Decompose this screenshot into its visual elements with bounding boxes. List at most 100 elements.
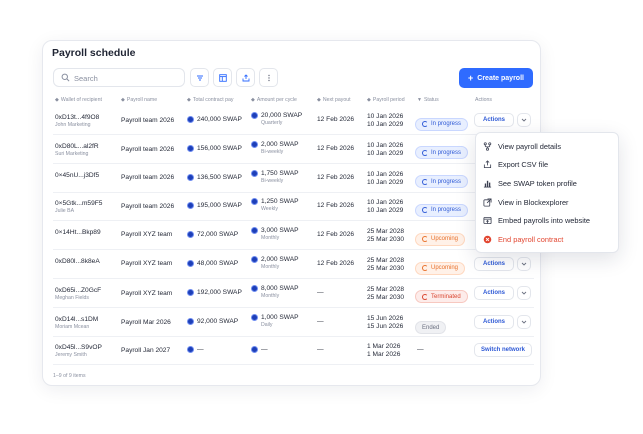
actions-button[interactable]: Actions	[474, 113, 515, 127]
actions-button[interactable]: Actions	[474, 257, 515, 271]
status-empty: —	[417, 346, 424, 354]
recipient-name: Moriam Mcean	[55, 323, 90, 330]
cycle-amount: 8,000 SWAP	[261, 284, 299, 292]
actions-button[interactable]: Actions	[474, 285, 515, 300]
col-wallet[interactable]: ◆ Wallet of recipient	[55, 97, 102, 103]
export-button[interactable]	[236, 68, 255, 87]
more-button[interactable]	[259, 68, 278, 87]
col-payroll-period[interactable]: ◆ Payroll period	[367, 97, 405, 103]
status-spinner-icon	[422, 178, 428, 185]
col-payroll-name[interactable]: ◆ Payroll name	[121, 97, 157, 103]
payroll-period: 10 Jan 2026 10 Jan 2029	[367, 171, 403, 187]
payroll-name: Payroll team 2026	[121, 203, 175, 211]
wallet-address: 0xD13t...4f9O8	[55, 114, 100, 121]
table-row[interactable]: 0xD14l...s1DM Moriam Mcean Payroll Mar 202…	[53, 308, 534, 337]
menu-item-end-contract[interactable]: End payroll contract	[476, 230, 618, 249]
period-end: 10 Jan 2029	[367, 178, 404, 186]
period-end: 10 Jan 2029	[367, 207, 404, 215]
columns-button[interactable]	[213, 68, 232, 87]
search-box[interactable]	[53, 68, 185, 87]
payroll-name: Payroll Jan 2027	[121, 347, 171, 355]
menu-item-token-profile[interactable]: See SWAP token profile	[476, 174, 618, 193]
table-row[interactable]: 0×5Gtk...m59F5 Julie BA Payroll team 2026 1…	[53, 192, 534, 222]
total-pay: 156,000 SWAP	[197, 144, 242, 152]
table-row[interactable]: 0xD80l...8k8eA Payroll XYZ team 48,000 SWA…	[53, 250, 534, 279]
switch-network-button[interactable]: Switch network	[474, 343, 533, 358]
wallet-address: 0×5Gtk...m59F5	[55, 200, 103, 208]
status-label: Ended	[422, 324, 440, 331]
plus-icon: +	[468, 72, 474, 83]
create-payroll-label: Create payroll	[477, 74, 524, 82]
actions-toggle-button[interactable]	[517, 285, 532, 300]
table-row[interactable]: 0xD80L...al2fR Suri Marketing Payroll team…	[53, 135, 534, 164]
create-payroll-button[interactable]: + Create payroll	[459, 68, 533, 88]
cycle-cell: 20,000 SWAP Quarterly	[251, 112, 302, 126]
col-actions: Actions	[475, 97, 493, 103]
actions-button[interactable]: Actions	[474, 314, 515, 329]
cycle-amount: 1,250 SWAP	[261, 198, 299, 206]
wallet-cell: 0×14Ht...Bkp89	[55, 229, 101, 236]
payroll-period: 15 Jun 2026 15 Jun 2026	[367, 315, 403, 331]
swap-token-icon	[251, 198, 258, 206]
recipient-name: Suri Marketing	[55, 150, 89, 157]
filter-icon	[196, 75, 203, 80]
col-status[interactable]: ▼ Status	[417, 97, 439, 103]
cycle-cell: 3,000 SWAP Monthly	[251, 227, 299, 241]
swap-token-icon	[187, 317, 194, 325]
cycle-frequency: Monthly	[261, 235, 280, 242]
filter-button[interactable]	[190, 68, 209, 87]
menu-item-embed[interactable]: Embed payrolls into website	[476, 211, 618, 230]
next-payout: —	[317, 288, 324, 296]
swap-token-icon	[251, 227, 258, 235]
total-pay-cell: 92,000 SWAP	[187, 317, 238, 325]
cycle-cell: 1,750 SWAP Bi-weekly	[251, 169, 299, 184]
col-total-pay[interactable]: ◆ Total contract pay	[187, 97, 234, 103]
table-row[interactable]: 0xD45l...S9vOP Jeremy Smith Payroll Jan 20…	[53, 336, 534, 366]
status-cell: In progress	[415, 200, 469, 218]
table-row[interactable]: 0×14Ht...Bkp89 Payroll XYZ team 72,000 SWA…	[53, 221, 534, 251]
cycle-amount: 3,000 SWAP	[261, 227, 299, 235]
embed-icon	[483, 217, 492, 225]
period-end: 25 Mar 2030	[367, 293, 405, 301]
table-row[interactable]: 0xD65i...Z0GcF Meghan Fields Payroll XYZ t…	[53, 279, 534, 308]
total-pay-cell: 192,000 SWAP	[187, 288, 242, 296]
cycle-amount: 2,000 SWAP	[261, 256, 299, 263]
total-pay-cell: 72,000 SWAP	[187, 231, 238, 239]
menu-item-view-details[interactable]: View payroll details	[476, 137, 618, 156]
menu-item-export-csv[interactable]: Export CSV file	[476, 156, 618, 175]
payroll-period: 1 Mar 2026 1 Mar 2026	[367, 343, 400, 359]
status-spinner-icon	[422, 236, 428, 243]
period-end: 10 Jan 2029	[367, 121, 404, 128]
cycle-amount: 1,000 SWAP	[261, 313, 299, 321]
period-start: 10 Jan 2026	[367, 170, 404, 178]
col-next-payout[interactable]: ◆ Next payout	[317, 97, 351, 103]
swap-token-icon	[187, 260, 194, 267]
table-row[interactable]: 0xD13t...4f9O8 John Marketing Payroll team…	[53, 106, 534, 135]
actions-toggle-button[interactable]	[517, 314, 532, 329]
swap-token-icon	[187, 202, 194, 210]
wallet-cell: 0xD80l...8k8eA	[55, 258, 100, 265]
swap-token-icon	[187, 116, 194, 123]
swap-token-icon	[251, 313, 258, 321]
wallet-cell: 0xD14l...s1DM Moriam Mcean	[55, 316, 98, 330]
wallet-cell: 0×5Gtk...m59F5 Julie BA	[55, 200, 102, 214]
wallet-address: 0xD80L...al2fR	[55, 142, 99, 150]
col-amount-per-cycle[interactable]: ◆ Amount per cycle	[251, 97, 297, 103]
swap-token-icon	[251, 346, 258, 354]
more-vertical-icon	[267, 74, 270, 81]
wallet-address: 0xD80l...8k8eA	[55, 258, 100, 265]
menu-item-blockexplorer[interactable]: View in Blockexplorer	[476, 193, 618, 212]
recipient-name: Meghan Fields	[55, 294, 90, 301]
actions-toggle-button[interactable]	[517, 113, 532, 127]
wallet-address: 0×14Ht...Bkp89	[55, 229, 101, 237]
recipient-name: John Marketing	[55, 122, 91, 128]
payroll-period: 10 Jan 2026 10 Jan 2029	[367, 199, 403, 215]
cycle-frequency: Quarterly	[261, 120, 283, 126]
swap-token-icon	[251, 284, 258, 292]
cycle-frequency: Monthly	[261, 292, 280, 299]
table-row[interactable]: 0×45nU...j3Df5 Payroll team 2026 136,500 S…	[53, 164, 534, 193]
actions-toggle-button[interactable]	[517, 257, 532, 271]
swap-token-icon	[251, 112, 258, 119]
search-input[interactable]	[74, 71, 179, 85]
row-actions: Switch network	[474, 343, 533, 358]
